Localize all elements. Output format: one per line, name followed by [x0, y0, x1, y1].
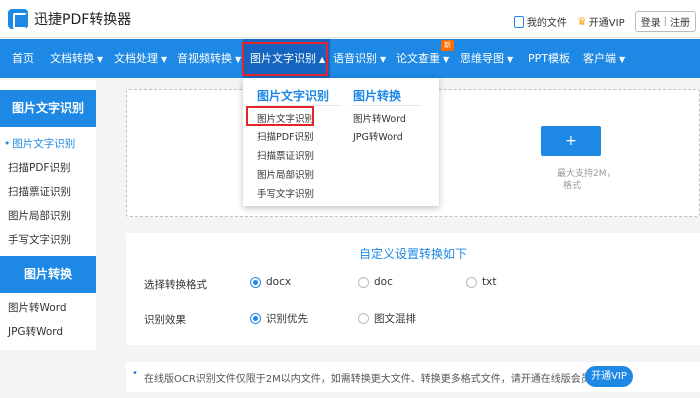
notice-bar: • 在线版OCR识别文件仅限于2M以内文件，如需转换更大文件、转换更多格式文件，…	[126, 362, 700, 392]
radio-mixed-layout[interactable]: 图文混排	[358, 311, 416, 326]
auth-separator: |	[663, 16, 667, 27]
nav-label: 首页	[12, 52, 34, 65]
sidebar-section-title: 图片转换	[0, 256, 96, 293]
nav-item-mind-map[interactable]: 思维导图 ▼	[460, 39, 513, 78]
dropdown-item-image-to-word[interactable]: 图片转Word	[353, 111, 406, 125]
register-link[interactable]: 注册	[670, 14, 690, 29]
sidebar-item-jpg-to-word[interactable]: JPG转Word	[8, 324, 63, 339]
nav-label: 音视频转换	[177, 52, 232, 65]
logo-icon	[8, 9, 28, 29]
upload-button[interactable]: +	[541, 126, 601, 156]
nav-item-doc-convert[interactable]: 文档转换 ▼	[50, 39, 103, 78]
radio-empty-icon	[358, 276, 369, 288]
radio-label: 识别优先	[266, 313, 308, 325]
open-vip-button[interactable]: 开通VIP	[585, 366, 633, 387]
header-actions: 我的文件 ♛ 开通VIP 登录 | 注册	[513, 11, 696, 32]
radio-label: docx	[266, 276, 292, 288]
nav-item-client[interactable]: 客户端 ▼	[583, 39, 625, 78]
login-link[interactable]: 登录	[641, 14, 661, 29]
conversion-settings: 自定义设置转换如下 选择转换格式 docx doc txt 识别效果 识别优先 …	[126, 233, 700, 345]
logo-text: 迅捷PDF转换器	[34, 12, 132, 28]
my-files-label: 我的文件	[526, 18, 567, 29]
nav-item-ppt-template[interactable]: PPT模板	[528, 39, 570, 78]
nav-item-av-convert[interactable]: 音视频转换 ▼	[177, 39, 241, 78]
nav-label: 思维导图	[460, 52, 504, 65]
nav-label: 文档处理	[114, 52, 158, 65]
new-badge: 新	[441, 40, 454, 51]
divider	[351, 105, 421, 106]
sidebar-item-scan-ticket[interactable]: 扫描票证识别	[8, 184, 71, 199]
radio-selected-icon	[250, 313, 261, 324]
upload-hint-line2: 格式	[563, 181, 582, 191]
radio-selected-icon	[250, 276, 261, 288]
radio-doc[interactable]: doc	[358, 276, 393, 288]
effect-label: 识别效果	[144, 314, 186, 326]
radio-label: txt	[482, 276, 497, 288]
format-label: 选择转换格式	[144, 279, 207, 291]
nav-label: 客户端	[583, 52, 616, 65]
sidebar-item-handwriting[interactable]: 手写文字识别	[8, 232, 71, 247]
sidebar-item-scan-pdf[interactable]: 扫描PDF识别	[8, 160, 70, 175]
radio-empty-icon	[466, 276, 477, 288]
file-icon	[513, 15, 524, 28]
main-nav: 首页 文档转换 ▼ 文档处理 ▼ 音视频转换 ▼ 图片文字识别 ▲ 语音识别 ▼ 论文查重…	[0, 39, 700, 78]
caret-down-icon: ▼	[97, 55, 104, 64]
caret-down-icon: ▼	[161, 55, 168, 64]
settings-title: 自定义设置转换如下	[358, 247, 467, 261]
radio-empty-icon	[358, 313, 369, 324]
ocr-dropdown-menu: 图片文字识别 图片文字识别 扫描PDF识别 扫描票证识别 图片局部识别 手写文字…	[243, 78, 439, 206]
nav-label: 文档转换	[50, 52, 94, 65]
nav-item-doc-process[interactable]: 文档处理 ▼	[114, 39, 167, 78]
crown-icon: ♛	[576, 15, 587, 28]
open-vip-link[interactable]: ♛ 开通VIP	[577, 14, 625, 29]
sidebar-item-image-ocr[interactable]: 图片文字识别	[4, 136, 75, 151]
dropdown-item-jpg-to-word[interactable]: JPG转Word	[353, 129, 403, 143]
bullet-icon: •	[132, 368, 138, 379]
radio-label: doc	[374, 276, 393, 288]
highlight-box-dropdown-item	[246, 106, 314, 126]
sidebar-item-image-partial[interactable]: 图片局部识别	[8, 208, 71, 223]
caret-down-icon: ▼	[443, 55, 450, 64]
caret-down-icon: ▼	[235, 55, 242, 64]
app-logo[interactable]: 迅捷PDF转换器	[8, 9, 131, 29]
nav-item-home[interactable]: 首页	[12, 39, 34, 78]
sidebar-item-image-to-word[interactable]: 图片转Word	[8, 300, 67, 315]
nav-label: 论文查重	[396, 52, 440, 65]
dropdown-item-scan-ticket[interactable]: 扫描票证识别	[257, 148, 314, 162]
caret-down-icon: ▼	[380, 55, 387, 64]
sidebar: 图片文字识别 图片文字识别 扫描PDF识别 扫描票证识别 图片局部识别 手写文字…	[0, 80, 96, 350]
auth-box: 登录 | 注册	[634, 11, 696, 32]
notice-text: 在线版OCR识别文件仅限于2M以内文件，如需转换更大文件、转换更多格式文件，请开…	[144, 374, 601, 385]
nav-label: 语音识别	[333, 52, 377, 65]
dropdown-item-handwriting[interactable]: 手写文字识别	[257, 186, 314, 200]
dropdown-col1-title: 图片文字识别	[257, 89, 330, 103]
dropdown-item-scan-pdf[interactable]: 扫描PDF识别	[257, 129, 314, 143]
my-files-link[interactable]: 我的文件	[513, 14, 567, 29]
plus-icon: +	[565, 133, 577, 149]
radio-label: 图文混排	[374, 313, 416, 325]
dropdown-col2-title: 图片转换	[353, 89, 402, 103]
nav-label: PPT模板	[528, 52, 570, 65]
highlight-box-nav	[242, 42, 328, 76]
caret-down-icon: ▼	[507, 55, 514, 64]
radio-txt[interactable]: txt	[466, 276, 496, 288]
radio-docx[interactable]: docx	[250, 276, 291, 288]
dropdown-item-image-partial[interactable]: 图片局部识别	[257, 167, 314, 181]
top-header: 迅捷PDF转换器 我的文件 ♛ 开通VIP 登录 | 注册	[0, 0, 700, 38]
caret-down-icon: ▼	[619, 55, 626, 64]
sidebar-section-title: 图片文字识别	[0, 90, 96, 127]
nav-item-speech-recognition[interactable]: 语音识别 ▼	[333, 39, 386, 78]
open-vip-label: 开通VIP	[588, 18, 625, 29]
radio-recognition-first[interactable]: 识别优先	[250, 311, 308, 326]
